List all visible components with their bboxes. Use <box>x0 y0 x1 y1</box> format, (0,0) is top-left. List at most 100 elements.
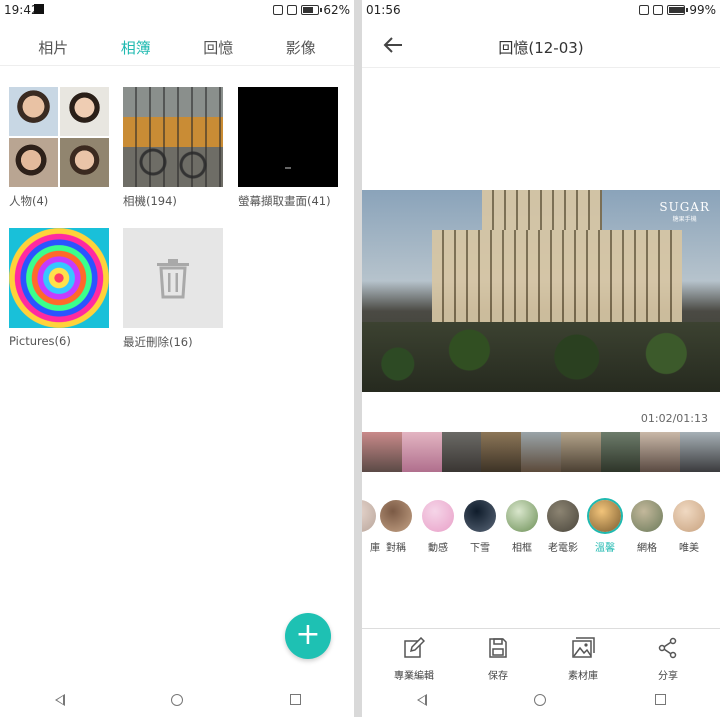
playback-timecode: 01:02/01:13 <box>640 412 708 425</box>
filter-thumbnail <box>589 500 621 532</box>
face-thumb <box>9 138 58 187</box>
filter-item[interactable]: 網格 <box>627 500 667 554</box>
status-bar: 19:42 62% <box>0 0 354 20</box>
album-screenshots[interactable]: 螢幕擷取畫面(41) <box>238 87 338 209</box>
filter-item-selected[interactable]: 溫馨 <box>585 500 625 554</box>
top-bar: 回憶(12-03) <box>362 28 720 68</box>
system-nav-bar <box>362 682 720 717</box>
filter-thumbnail <box>547 500 579 532</box>
bottom-toolbar: 專業編輯 保存 素材庫 分享 <box>362 628 720 682</box>
filter-item[interactable]: 唯美 <box>669 500 709 554</box>
album-screenshots-thumbnail <box>238 87 338 187</box>
filter-label: 相框 <box>512 543 532 554</box>
tab-albums[interactable]: 相簿 <box>106 30 166 65</box>
filter-item[interactable]: 對稱 <box>376 500 416 554</box>
timeline-frame <box>680 432 720 472</box>
album-pictures-thumbnail <box>9 228 109 328</box>
edit-icon <box>404 636 426 658</box>
save-button[interactable]: 保存 <box>468 637 528 682</box>
album-label: 螢幕擷取畫面(41) <box>238 194 331 208</box>
page-title: 回憶(12-03) <box>498 39 584 57</box>
filter-item[interactable]: 動感 <box>418 500 458 554</box>
watermark-logo: SUGAR 糖果手機 <box>659 200 710 223</box>
watermark-brand: SUGAR <box>659 200 710 214</box>
album-label: 相機(194) <box>123 194 177 208</box>
filter-label: 動感 <box>428 543 448 554</box>
face-thumb <box>60 138 109 187</box>
album-label: 最近刪除(16) <box>123 335 193 349</box>
filter-label: 網格 <box>637 543 657 554</box>
filter-thumbnail <box>362 500 376 532</box>
filter-item[interactable]: 老電影 <box>543 500 583 554</box>
filter-item[interactable]: 相框 <box>502 500 542 554</box>
share-icon <box>658 637 677 659</box>
nav-recents-icon[interactable] <box>289 694 301 705</box>
status-time: 01:56 <box>366 3 401 17</box>
system-nav-bar <box>0 682 354 717</box>
battery-level: 62% <box>323 3 350 17</box>
album-camera[interactable]: 相機(194) <box>123 87 223 209</box>
face-thumb <box>60 87 109 136</box>
filter-list: 庫 對稱 動感 下雪 相框 老電影 溫馨 網格 唯美 <box>362 500 720 560</box>
nav-home-icon[interactable] <box>170 693 183 706</box>
vibrate-icon <box>639 5 650 15</box>
timeline-frame <box>560 432 601 472</box>
album-recently-deleted[interactable]: 最近刪除(16) <box>123 228 223 350</box>
album-people[interactable]: 人物(4) <box>9 87 109 209</box>
pro-edit-button[interactable]: 專業編輯 <box>384 636 444 682</box>
filter-thumbnail <box>673 500 705 532</box>
filter-label: 下雪 <box>470 543 490 554</box>
filter-thumbnail <box>422 500 454 532</box>
trash-icon <box>157 259 189 299</box>
sim-icon <box>287 5 298 15</box>
timeline-frame <box>521 432 561 472</box>
timeline-strip[interactable] <box>362 432 720 472</box>
nav-back-icon[interactable] <box>54 693 65 706</box>
notification-icon <box>34 4 44 14</box>
tool-label: 分享 <box>658 671 678 682</box>
timeline-frame <box>441 432 482 472</box>
tool-label: 專業編輯 <box>394 671 434 682</box>
filter-label: 溫馨 <box>595 543 615 554</box>
sim-icon <box>653 5 664 15</box>
filter-label: 對稱 <box>386 543 406 554</box>
timeline-frame <box>401 432 442 472</box>
album-label: Pictures(6) <box>9 334 71 348</box>
video-preview[interactable]: SUGAR 糖果手機 <box>362 190 720 392</box>
battery-icon <box>301 5 323 15</box>
timeline-frame <box>600 432 641 472</box>
album-trash-thumbnail <box>123 228 223 328</box>
nav-home-icon[interactable] <box>534 693 547 706</box>
material-library-button[interactable]: 素材庫 <box>553 637 613 682</box>
tab-videos[interactable]: 影像 <box>271 30 331 65</box>
tool-label: 素材庫 <box>568 671 598 682</box>
building-image <box>482 190 602 230</box>
status-bar: 01:56 99% <box>362 0 720 20</box>
filter-thumbnail <box>631 500 663 532</box>
timeline-frame <box>362 432 402 472</box>
add-album-button[interactable]: + <box>285 613 331 659</box>
album-pictures[interactable]: Pictures(6) <box>9 228 109 348</box>
share-button[interactable]: 分享 <box>638 637 698 682</box>
memory-editor-screen: 01:56 99% 回憶(12-03) SUGAR 糖果手機 01:02/01:… <box>362 0 720 717</box>
tool-label: 保存 <box>488 671 508 682</box>
tab-memories[interactable]: 回憶 <box>188 30 248 65</box>
filter-item[interactable]: 下雪 <box>460 500 500 554</box>
gallery-screen: 19:42 62% 相片 相簿 回憶 影像 人物(4) 相機(194) 螢幕擷取… <box>0 0 354 717</box>
filter-thumbnail <box>380 500 412 532</box>
tab-photos[interactable]: 相片 <box>23 30 83 65</box>
timeline-frame <box>640 432 681 472</box>
filter-label: 老電影 <box>548 543 578 554</box>
trees-image <box>362 322 720 392</box>
nav-back-icon[interactable] <box>416 693 428 706</box>
gallery-tabs: 相片 相簿 回憶 影像 <box>0 30 354 66</box>
filter-thumbnail <box>464 500 496 532</box>
battery-level: 99% <box>689 3 716 17</box>
album-label: 人物(4) <box>9 194 49 208</box>
album-people-thumbnail <box>9 87 109 187</box>
filter-label: 唯美 <box>679 543 699 554</box>
timeline-frame <box>481 432 522 472</box>
vibrate-icon <box>273 5 284 15</box>
nav-recents-icon[interactable] <box>654 694 666 705</box>
save-icon <box>489 638 507 658</box>
